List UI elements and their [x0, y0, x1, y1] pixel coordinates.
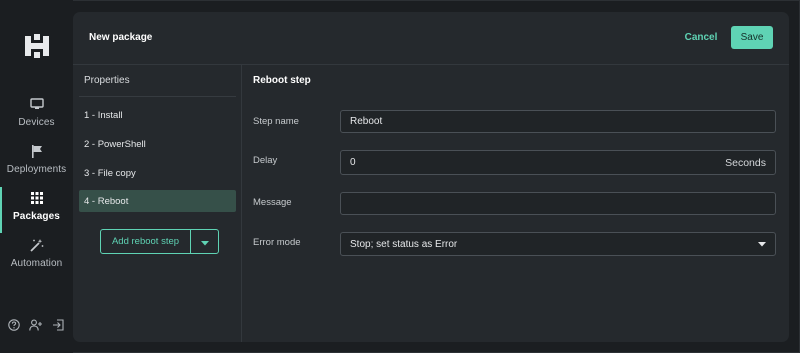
nav-label: Automation — [10, 258, 63, 269]
step-name-label: Step name — [253, 116, 299, 127]
caret-down-icon — [758, 239, 766, 250]
step-list-item[interactable]: 1 - Install — [79, 104, 236, 126]
card-header: New package Cancel Save — [73, 12, 789, 64]
add-step-dropdown-toggle[interactable] — [191, 230, 218, 253]
cancel-button[interactable]: Cancel — [675, 26, 727, 48]
nav-item-automation[interactable]: Automation — [0, 236, 73, 282]
magic-wand-icon — [29, 236, 44, 254]
step-list-item-selected[interactable]: 4 - Reboot — [79, 190, 236, 212]
nav-label: Deployments — [6, 164, 67, 175]
caret-down-icon — [200, 233, 209, 251]
add-step-split-button: Add reboot step — [100, 229, 219, 254]
pane-divider — [241, 64, 242, 342]
step-name-input[interactable]: Reboot — [340, 110, 776, 133]
delay-unit: Seconds — [725, 156, 766, 169]
error-mode-select[interactable]: Stop; set status as Error — [340, 232, 776, 256]
message-input[interactable] — [340, 192, 776, 215]
step-name-value: Reboot — [350, 116, 383, 127]
error-mode-label: Error mode — [253, 237, 301, 248]
app-logo-icon[interactable] — [24, 34, 50, 58]
delay-label: Delay — [253, 155, 278, 166]
logout-icon[interactable] — [52, 319, 64, 331]
grid-icon — [30, 189, 43, 207]
monitor-icon — [29, 95, 44, 113]
delay-value: 0 — [350, 157, 356, 168]
message-label: Message — [253, 197, 292, 208]
step-list-item[interactable]: 2 - PowerShell — [79, 133, 236, 155]
flag-icon — [31, 142, 43, 160]
step-form-title: Reboot step — [253, 75, 311, 86]
add-user-icon[interactable] — [29, 319, 43, 331]
nav-label: Devices — [18, 117, 55, 128]
sidebar-footer — [8, 318, 68, 332]
help-icon[interactable] — [8, 319, 20, 331]
properties-divider — [79, 96, 236, 97]
package-editor-card: New package Cancel Save Properties 1 - I… — [73, 12, 789, 342]
sidebar: Devices Deployments Packages Automation — [0, 0, 73, 353]
step-list-item[interactable]: 3 - File copy — [79, 162, 236, 184]
properties-title: Properties — [84, 75, 130, 86]
nav-item-packages[interactable]: Packages — [0, 187, 73, 235]
save-button[interactable]: Save — [731, 26, 773, 49]
nav-item-devices[interactable]: Devices — [0, 95, 73, 141]
nav-label: Packages — [13, 211, 60, 222]
header-divider — [73, 64, 789, 65]
error-mode-value: Stop; set status as Error — [350, 238, 458, 250]
delay-input[interactable]: 0 Seconds — [340, 150, 776, 175]
add-reboot-step-button[interactable]: Add reboot step — [101, 230, 191, 253]
page-title: New package — [89, 32, 153, 43]
nav-item-deployments[interactable]: Deployments — [0, 142, 73, 188]
